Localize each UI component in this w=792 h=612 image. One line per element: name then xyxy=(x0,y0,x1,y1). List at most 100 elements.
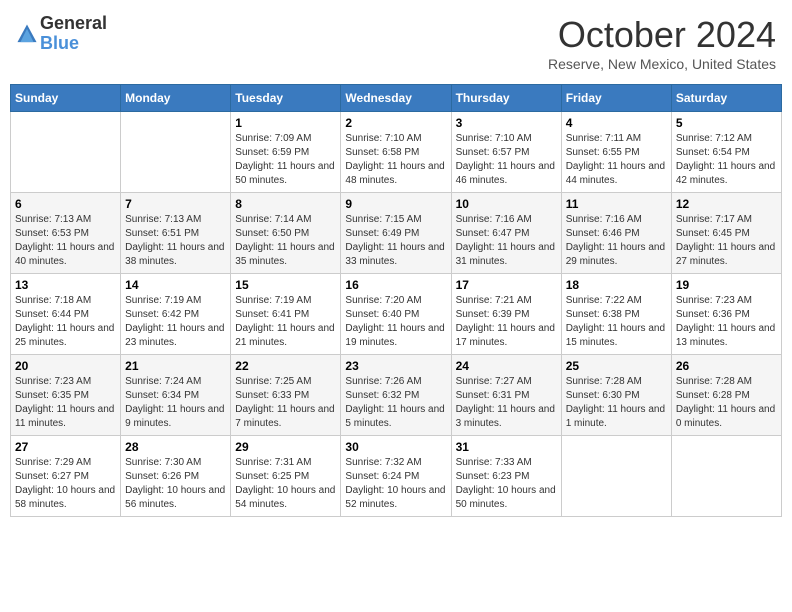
calendar-cell: 6 Sunrise: 7:13 AMSunset: 6:53 PMDaylight… xyxy=(11,193,121,274)
calendar-cell: 28 Sunrise: 7:30 AMSunset: 6:26 PMDayligh… xyxy=(121,436,231,517)
weekday-header: Tuesday xyxy=(231,85,341,112)
day-info: Sunrise: 7:17 AMSunset: 6:45 PMDaylight:… xyxy=(676,213,777,269)
day-info: Sunrise: 7:31 AMSunset: 6:25 PMDaylight:… xyxy=(235,456,336,512)
calendar-cell: 18 Sunrise: 7:22 AMSunset: 6:38 PMDayligh… xyxy=(561,274,671,355)
weekday-header: Thursday xyxy=(451,85,561,112)
calendar-cell: 21Sunrise: 7:24 AMSunset: 6:34 PMDayligh… xyxy=(121,355,231,436)
logo-icon xyxy=(16,23,38,45)
calendar-cell: 3 Sunrise: 7:10 AMSunset: 6:57 PMDaylight… xyxy=(451,112,561,193)
calendar-cell xyxy=(121,112,231,193)
calendar-cell: 7 Sunrise: 7:13 AMSunset: 6:51 PMDaylight… xyxy=(121,193,231,274)
day-info: Sunrise: 7:23 AMSunset: 6:35 PMDaylight:… xyxy=(15,375,116,431)
day-info: Sunrise: 7:21 AMSunset: 6:39 PMDaylight:… xyxy=(456,294,557,350)
day-number: 11 xyxy=(566,197,667,211)
day-number: 6 xyxy=(15,197,116,211)
calendar-cell: 17 Sunrise: 7:21 AMSunset: 6:39 PMDayligh… xyxy=(451,274,561,355)
calendar-cell: 2 Sunrise: 7:10 AMSunset: 6:58 PMDaylight… xyxy=(341,112,451,193)
day-number: 2 xyxy=(345,116,446,130)
calendar-cell: 26 Sunrise: 7:28 AMSunset: 6:28 PMDayligh… xyxy=(671,355,781,436)
calendar-week-row: 6 Sunrise: 7:13 AMSunset: 6:53 PMDaylight… xyxy=(11,193,782,274)
day-number: 4 xyxy=(566,116,667,130)
calendar-header-row: SundayMondayTuesdayWednesdayThursdayFrid… xyxy=(11,85,782,112)
title-block: October 2024 Reserve, New Mexico, United… xyxy=(548,14,776,72)
day-info: Sunrise: 7:28 AMSunset: 6:28 PMDaylight:… xyxy=(676,375,777,431)
day-number: 10 xyxy=(456,197,557,211)
calendar-cell: 9Sunrise: 7:15 AMSunset: 6:49 PMDaylight… xyxy=(341,193,451,274)
day-info: Sunrise: 7:20 AMSunset: 6:40 PMDaylight:… xyxy=(345,294,446,350)
day-number: 7 xyxy=(125,197,226,211)
day-number: 23 xyxy=(345,359,446,373)
day-info: Sunrise: 7:13 AMSunset: 6:51 PMDaylight:… xyxy=(125,213,226,269)
day-number: 28 xyxy=(125,440,226,454)
day-info: Sunrise: 7:19 AMSunset: 6:42 PMDaylight:… xyxy=(125,294,226,350)
weekday-header: Friday xyxy=(561,85,671,112)
day-number: 18 xyxy=(566,278,667,292)
calendar-cell: 31Sunrise: 7:33 AMSunset: 6:23 PMDayligh… xyxy=(451,436,561,517)
day-info: Sunrise: 7:29 AMSunset: 6:27 PMDaylight:… xyxy=(15,456,116,512)
logo-text-general: General xyxy=(40,13,107,33)
calendar-cell: 22Sunrise: 7:25 AMSunset: 6:33 PMDayligh… xyxy=(231,355,341,436)
day-number: 31 xyxy=(456,440,557,454)
day-number: 3 xyxy=(456,116,557,130)
day-number: 19 xyxy=(676,278,777,292)
day-info: Sunrise: 7:14 AMSunset: 6:50 PMDaylight:… xyxy=(235,213,336,269)
day-info: Sunrise: 7:24 AMSunset: 6:34 PMDaylight:… xyxy=(125,375,226,431)
day-info: Sunrise: 7:26 AMSunset: 6:32 PMDaylight:… xyxy=(345,375,446,431)
day-info: Sunrise: 7:19 AMSunset: 6:41 PMDaylight:… xyxy=(235,294,336,350)
day-number: 17 xyxy=(456,278,557,292)
day-info: Sunrise: 7:13 AMSunset: 6:53 PMDaylight:… xyxy=(15,213,116,269)
logo-text-blue: Blue xyxy=(40,33,79,53)
day-info: Sunrise: 7:28 AMSunset: 6:30 PMDaylight:… xyxy=(566,375,667,431)
weekday-header: Wednesday xyxy=(341,85,451,112)
calendar-week-row: 27Sunrise: 7:29 AMSunset: 6:27 PMDayligh… xyxy=(11,436,782,517)
day-number: 5 xyxy=(676,116,777,130)
day-number: 13 xyxy=(15,278,116,292)
day-info: Sunrise: 7:22 AMSunset: 6:38 PMDaylight:… xyxy=(566,294,667,350)
month-title: October 2024 xyxy=(548,14,776,56)
day-info: Sunrise: 7:09 AMSunset: 6:59 PMDaylight:… xyxy=(235,132,336,188)
weekday-header: Saturday xyxy=(671,85,781,112)
day-info: Sunrise: 7:10 AMSunset: 6:58 PMDaylight:… xyxy=(345,132,446,188)
calendar-cell: 12 Sunrise: 7:17 AMSunset: 6:45 PMDayligh… xyxy=(671,193,781,274)
calendar-cell: 4Sunrise: 7:11 AMSunset: 6:55 PMDaylight… xyxy=(561,112,671,193)
day-number: 1 xyxy=(235,116,336,130)
calendar-cell xyxy=(671,436,781,517)
calendar-cell: 13Sunrise: 7:18 AMSunset: 6:44 PMDayligh… xyxy=(11,274,121,355)
day-number: 26 xyxy=(676,359,777,373)
day-info: Sunrise: 7:10 AMSunset: 6:57 PMDaylight:… xyxy=(456,132,557,188)
calendar-cell xyxy=(11,112,121,193)
day-info: Sunrise: 7:12 AMSunset: 6:54 PMDaylight:… xyxy=(676,132,777,188)
day-info: Sunrise: 7:16 AMSunset: 6:46 PMDaylight:… xyxy=(566,213,667,269)
day-info: Sunrise: 7:30 AMSunset: 6:26 PMDaylight:… xyxy=(125,456,226,512)
calendar-cell: 19 Sunrise: 7:23 AMSunset: 6:36 PMDayligh… xyxy=(671,274,781,355)
weekday-header: Monday xyxy=(121,85,231,112)
calendar-cell: 15Sunrise: 7:19 AMSunset: 6:41 PMDayligh… xyxy=(231,274,341,355)
day-info: Sunrise: 7:16 AMSunset: 6:47 PMDaylight:… xyxy=(456,213,557,269)
day-info: Sunrise: 7:32 AMSunset: 6:24 PMDaylight:… xyxy=(345,456,446,512)
calendar-cell: 29Sunrise: 7:31 AMSunset: 6:25 PMDayligh… xyxy=(231,436,341,517)
calendar-cell: 23 Sunrise: 7:26 AMSunset: 6:32 PMDayligh… xyxy=(341,355,451,436)
calendar-cell: 16Sunrise: 7:20 AMSunset: 6:40 PMDayligh… xyxy=(341,274,451,355)
logo: General Blue xyxy=(16,14,107,54)
calendar-cell: 27Sunrise: 7:29 AMSunset: 6:27 PMDayligh… xyxy=(11,436,121,517)
calendar-table: SundayMondayTuesdayWednesdayThursdayFrid… xyxy=(10,84,782,517)
calendar-cell: 1 Sunrise: 7:09 AMSunset: 6:59 PMDaylight… xyxy=(231,112,341,193)
day-number: 25 xyxy=(566,359,667,373)
day-number: 12 xyxy=(676,197,777,211)
calendar-week-row: 20 Sunrise: 7:23 AMSunset: 6:35 PMDayligh… xyxy=(11,355,782,436)
calendar-cell: 20 Sunrise: 7:23 AMSunset: 6:35 PMDayligh… xyxy=(11,355,121,436)
day-info: Sunrise: 7:23 AMSunset: 6:36 PMDaylight:… xyxy=(676,294,777,350)
day-number: 22 xyxy=(235,359,336,373)
day-number: 20 xyxy=(15,359,116,373)
calendar-cell: 11 Sunrise: 7:16 AMSunset: 6:46 PMDayligh… xyxy=(561,193,671,274)
day-info: Sunrise: 7:15 AMSunset: 6:49 PMDaylight:… xyxy=(345,213,446,269)
calendar-cell: 24Sunrise: 7:27 AMSunset: 6:31 PMDayligh… xyxy=(451,355,561,436)
day-number: 24 xyxy=(456,359,557,373)
calendar-cell xyxy=(561,436,671,517)
calendar-cell: 10 Sunrise: 7:16 AMSunset: 6:47 PMDayligh… xyxy=(451,193,561,274)
calendar-cell: 25 Sunrise: 7:28 AMSunset: 6:30 PMDayligh… xyxy=(561,355,671,436)
calendar-cell: 30 Sunrise: 7:32 AMSunset: 6:24 PMDayligh… xyxy=(341,436,451,517)
calendar-cell: 14Sunrise: 7:19 AMSunset: 6:42 PMDayligh… xyxy=(121,274,231,355)
day-number: 30 xyxy=(345,440,446,454)
location-title: Reserve, New Mexico, United States xyxy=(548,56,776,72)
